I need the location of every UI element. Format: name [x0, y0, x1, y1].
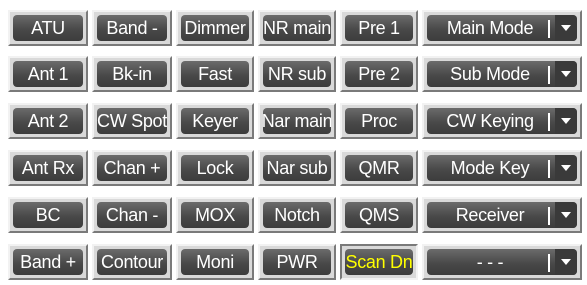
main-mode-dropdown[interactable]: Main Mode	[422, 10, 582, 46]
pre-1-button-label: Pre 1	[345, 15, 413, 41]
chevron-down-icon[interactable]	[555, 155, 577, 181]
proc-button[interactable]: Proc	[340, 103, 418, 139]
notch-button[interactable]: Notch	[258, 197, 336, 233]
pre-2-button-label: Pre 2	[345, 61, 413, 87]
sub-mode-dropdown[interactable]: Sub Mode	[422, 56, 582, 92]
text-caret	[548, 160, 550, 178]
dropdown-face: CW Keying	[427, 108, 577, 134]
atu-button-label: ATU	[13, 15, 83, 41]
bk-in-button-label: Bk-in	[97, 61, 167, 87]
dropdown-face: Sub Mode	[427, 61, 577, 87]
bc-button-label: BC	[13, 202, 83, 228]
pwr-button[interactable]: PWR	[258, 244, 336, 280]
chevron-down-icon[interactable]	[555, 108, 577, 134]
lock-button-label: Lock	[181, 155, 249, 181]
bc-button[interactable]: BC	[8, 197, 88, 233]
atu-button[interactable]: ATU	[8, 10, 88, 46]
scan-dn-button-label: Scan Dn	[345, 249, 413, 275]
contour-button[interactable]: Contour	[92, 244, 172, 280]
qms-button[interactable]: QMS	[340, 197, 418, 233]
blank-dropdown[interactable]: - - -	[422, 244, 582, 280]
nr-sub-button-label: NR sub	[263, 61, 331, 87]
chan-button-label: Chan +	[97, 155, 167, 181]
fast-button-label: Fast	[181, 61, 249, 87]
keyer-button-label: Keyer	[181, 108, 249, 134]
nar-sub-button-label: Nar sub	[263, 155, 331, 181]
cw-spot-button[interactable]: CW Spot	[92, 103, 172, 139]
dropdown-face: Receiver	[427, 202, 577, 228]
text-caret	[548, 20, 550, 38]
receiver-dropdown[interactable]: Receiver	[422, 197, 582, 233]
proc-button-label: Proc	[345, 108, 413, 134]
dimmer-button[interactable]: Dimmer	[176, 10, 254, 46]
chevron-down-icon[interactable]	[555, 249, 577, 275]
keyer-button[interactable]: Keyer	[176, 103, 254, 139]
cw-keying-dropdown[interactable]: CW Keying	[422, 103, 582, 139]
chevron-down-icon[interactable]	[555, 202, 577, 228]
moni-button[interactable]: Moni	[176, 244, 254, 280]
text-caret	[548, 113, 550, 131]
button-panel: ATU Band - Dimmer NR main Pre 1 Main Mode Ant …	[0, 0, 587, 285]
ant-1-button-label: Ant 1	[13, 61, 83, 87]
ant-rx-button[interactable]: Ant Rx	[8, 150, 88, 186]
nar-main-button[interactable]: Nar main	[258, 103, 336, 139]
ant-2-button-label: Ant 2	[13, 108, 83, 134]
dimmer-button-label: Dimmer	[181, 15, 249, 41]
nar-main-button-label: Nar main	[263, 108, 331, 134]
moni-button-label: Moni	[181, 249, 249, 275]
nar-sub-button[interactable]: Nar sub	[258, 150, 336, 186]
band-button[interactable]: Band -	[92, 10, 172, 46]
qmr-button-label: QMR	[345, 155, 413, 181]
dropdown-face: Mode Key	[427, 155, 577, 181]
ant-rx-button-label: Ant Rx	[13, 155, 83, 181]
pre-2-button[interactable]: Pre 2	[340, 56, 418, 92]
dropdown-arrow	[561, 71, 571, 77]
pwr-button-label: PWR	[263, 249, 331, 275]
mox-button-label: MOX	[181, 202, 249, 228]
pre-1-button[interactable]: Pre 1	[340, 10, 418, 46]
ant-2-button[interactable]: Ant 2	[8, 103, 88, 139]
dropdown-face: Main Mode	[427, 15, 577, 41]
chan-button-label: Chan -	[97, 202, 167, 228]
text-caret	[548, 254, 550, 272]
text-caret	[548, 66, 550, 84]
qms-button-label: QMS	[345, 202, 413, 228]
ant-1-button[interactable]: Ant 1	[8, 56, 88, 92]
dropdown-arrow	[561, 165, 571, 171]
band-button-label: Band -	[97, 15, 167, 41]
qmr-button[interactable]: QMR	[340, 150, 418, 186]
mode-key-dropdown[interactable]: Mode Key	[422, 150, 582, 186]
band-button-label: Band +	[13, 249, 83, 275]
nr-main-button-label: NR main	[263, 15, 331, 41]
notch-button-label: Notch	[263, 202, 331, 228]
lock-button[interactable]: Lock	[176, 150, 254, 186]
contour-button-label: Contour	[97, 249, 167, 275]
dropdown-arrow	[561, 118, 571, 124]
chevron-down-icon[interactable]	[555, 61, 577, 87]
fast-button[interactable]: Fast	[176, 56, 254, 92]
nr-main-button[interactable]: NR main	[258, 10, 336, 46]
dropdown-face: - - -	[427, 249, 577, 275]
scan-dn-button[interactable]: Scan Dn	[340, 244, 418, 280]
nr-sub-button[interactable]: NR sub	[258, 56, 336, 92]
bk-in-button[interactable]: Bk-in	[92, 56, 172, 92]
mox-button[interactable]: MOX	[176, 197, 254, 233]
dropdown-arrow	[561, 212, 571, 218]
dropdown-arrow	[561, 25, 571, 31]
text-caret	[548, 207, 550, 225]
dropdown-arrow	[561, 259, 571, 265]
band-button[interactable]: Band +	[8, 244, 88, 280]
chevron-down-icon[interactable]	[555, 15, 577, 41]
chan-button[interactable]: Chan +	[92, 150, 172, 186]
chan-button[interactable]: Chan -	[92, 197, 172, 233]
cw-spot-button-label: CW Spot	[97, 108, 167, 134]
